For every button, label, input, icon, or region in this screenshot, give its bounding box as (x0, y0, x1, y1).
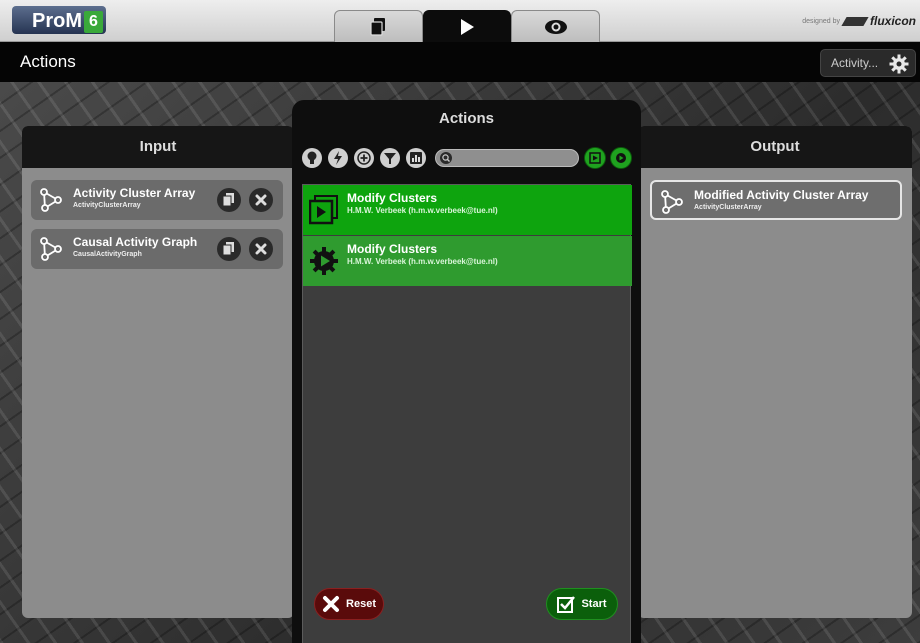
filter-chart-button[interactable] (406, 148, 426, 168)
copy-icon (223, 193, 234, 207)
action-item[interactable]: Modify Clusters H.M.W. Verbeek (h.m.w.ve… (303, 185, 632, 235)
top-bar: ProM 6 designed by fluxicon (0, 0, 920, 42)
filter-add-button[interactable] (354, 148, 374, 168)
tab-workspace[interactable] (334, 10, 423, 42)
reset-button[interactable]: Reset (314, 588, 384, 620)
action-list: Modify Clusters H.M.W. Verbeek (h.m.w.ve… (302, 184, 632, 643)
input-item-type: ActivityClusterArray (73, 202, 141, 209)
brand-name: fluxicon (869, 14, 916, 28)
search-input[interactable] (456, 151, 576, 165)
reset-label: Reset (346, 598, 376, 610)
funnel-icon (384, 153, 396, 164)
close-icon (255, 243, 267, 255)
filter-funnel-button[interactable] (380, 148, 400, 168)
show-plugins-toggle[interactable] (584, 147, 606, 169)
action-search[interactable] (435, 149, 579, 167)
actions-header: Actions (438, 110, 494, 127)
input-header: Input (22, 126, 294, 168)
input-item-title: Causal Activity Graph (73, 235, 198, 249)
graph-icon (661, 190, 683, 214)
designed-by: designed by fluxicon (802, 14, 916, 28)
designed-by-label: designed by (802, 17, 840, 25)
gear-play-icon (310, 247, 338, 275)
logo-version: 6 (84, 11, 103, 33)
graph-icon (40, 237, 62, 261)
output-header: Output (638, 126, 912, 168)
title-bar: Actions (0, 42, 920, 82)
view-tabs (334, 10, 601, 42)
close-icon (323, 596, 340, 612)
output-item-title: Modified Activity Cluster Array (694, 188, 869, 202)
eye-icon (544, 19, 567, 34)
tab-views[interactable] (511, 10, 601, 42)
action-title: Modify Clusters (347, 242, 438, 256)
input-item-title: Activity Cluster Array (73, 186, 196, 200)
plugin-window-icon (309, 195, 338, 225)
gear-play-icon (616, 153, 626, 163)
lightbulb-icon (307, 151, 317, 164)
checkbox-icon (557, 596, 576, 613)
start-label: Start (581, 598, 607, 610)
actions-panel: Actions Modify Clusters H.M.W. Verbeek (… (292, 100, 641, 643)
bar-chart-icon (410, 152, 422, 164)
prom-logo: ProM 6 (12, 6, 106, 34)
output-item[interactable]: Modified Activity Cluster Array Activity… (650, 180, 902, 220)
remove-button[interactable] (249, 188, 273, 212)
play-icon (461, 18, 474, 35)
lightning-icon (334, 151, 342, 165)
start-button[interactable]: Start (546, 588, 618, 620)
plus-circle-icon (357, 151, 371, 165)
copy-icon (223, 242, 234, 256)
input-item[interactable]: Activity Cluster Array ActivityClusterAr… (31, 180, 283, 220)
remove-button[interactable] (249, 237, 273, 261)
logo-text: ProM (32, 10, 82, 32)
page-title: Actions (20, 52, 76, 71)
activity-label: Activity... (831, 56, 879, 70)
action-item[interactable]: Modify Clusters H.M.W. Verbeek (h.m.w.ve… (303, 236, 632, 286)
filter-lightning-button[interactable] (328, 148, 348, 168)
action-title: Modify Clusters (347, 191, 438, 205)
output-item-type: ActivityClusterArray (694, 204, 762, 211)
action-author: H.M.W. Verbeek (h.m.w.verbeek@tue.nl) (347, 206, 498, 215)
tab-actions[interactable] (422, 10, 512, 42)
copy-button[interactable] (217, 237, 241, 261)
gear-icon (889, 54, 909, 74)
plugin-window-icon (589, 152, 601, 164)
search-icon (440, 152, 452, 164)
filter-bulb-button[interactable] (302, 148, 322, 168)
fluxicon-logo-icon (841, 16, 869, 26)
graph-icon (40, 188, 62, 212)
activity-button[interactable]: Activity... (820, 49, 916, 77)
input-item-type: CausalActivityGraph (73, 251, 142, 258)
close-icon (255, 194, 267, 206)
input-item[interactable]: Causal Activity Graph CausalActivityGrap… (31, 229, 283, 269)
copy-button[interactable] (217, 188, 241, 212)
show-wizards-toggle[interactable] (610, 147, 632, 169)
action-author: H.M.W. Verbeek (h.m.w.verbeek@tue.nl) (347, 257, 498, 266)
workspace-icon (370, 17, 386, 36)
